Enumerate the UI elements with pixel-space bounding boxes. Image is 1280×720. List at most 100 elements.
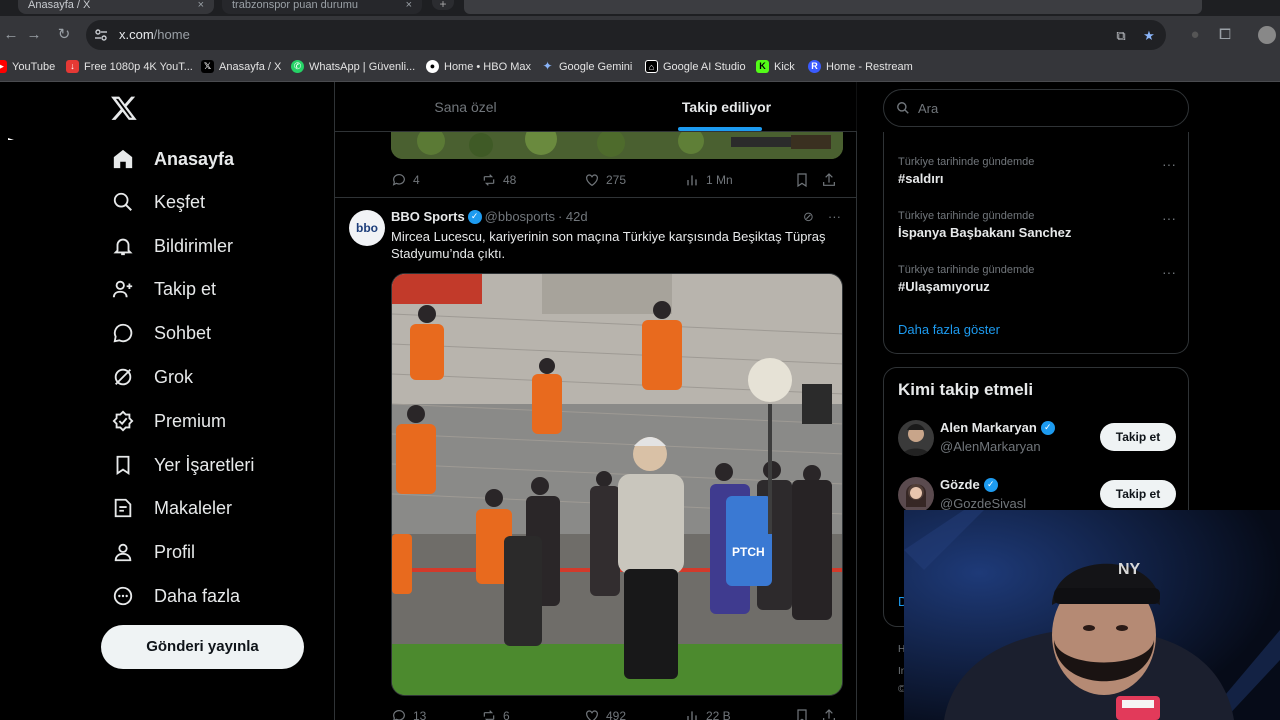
nav-explore[interactable]: Keşfet — [110, 186, 205, 218]
avatar[interactable]: bbo — [349, 210, 385, 246]
show-more-link[interactable]: Daha fazla göster — [898, 322, 1000, 337]
search-placeholder: Ara — [918, 100, 939, 116]
tweet-header-actions: ⊘ ··· — [803, 209, 841, 225]
trend-item[interactable]: Türkiye tarihinde gündemde #saldırı ··· — [898, 156, 1176, 186]
nav-more[interactable]: Daha fazla — [110, 580, 240, 612]
views-icon — [687, 175, 697, 186]
chat-icon — [110, 320, 136, 346]
profile-avatar-icon[interactable] — [1256, 24, 1278, 46]
previous-tweet-actions: 4 48 275 1 Mn — [391, 170, 843, 190]
search-input[interactable]: Ara — [883, 89, 1189, 127]
nav-label: Premium — [154, 410, 227, 431]
browser-tab[interactable]: trabzonspor puan durumu × — [222, 0, 422, 14]
youtube-icon: ▶ — [0, 60, 7, 73]
trend-topic: İspanya Başbakanı Sanchez — [898, 225, 1072, 240]
follow-suggestion[interactable]: Gözde ✓ @GozdeSivasl Takip et — [898, 475, 1176, 515]
trend-item[interactable]: Türkiye tarihinde gündemde #Ulaşamıyoruz… — [898, 264, 1176, 294]
stadium-photo: PTCH — [392, 274, 842, 695]
bookmark-google-gemini[interactable]: ✦ Google Gemini — [541, 60, 632, 73]
extension-dot-icon[interactable]: ● — [1184, 24, 1206, 46]
nav-profile[interactable]: Profil — [110, 536, 195, 568]
reload-icon[interactable]: ↻ — [53, 24, 75, 46]
nav-articles[interactable]: Makaleler — [110, 492, 232, 524]
tab-for-you[interactable]: Sana özel — [335, 82, 596, 132]
browser-tab-title: Anasayfa / X — [28, 0, 91, 11]
repost-button[interactable]: 6 — [481, 708, 584, 720]
author-name[interactable]: BBO Sports — [391, 209, 465, 224]
share-icon — [823, 173, 835, 186]
grok-icon[interactable]: ⊘ — [803, 209, 814, 225]
browser-tab-title: trabzonspor puan durumu — [232, 0, 358, 11]
like-button[interactable]: 492 — [584, 708, 684, 720]
nav-home[interactable]: Anasayfa — [110, 143, 234, 175]
verified-badge-icon: ✓ — [983, 477, 998, 492]
avatar[interactable] — [898, 477, 934, 513]
close-tab-icon[interactable]: × — [406, 0, 412, 11]
tab-following[interactable]: Takip ediliyor — [596, 82, 857, 132]
nav-notifications[interactable]: Bildirimler — [110, 230, 233, 262]
suggestion-name-row: Gözde ✓ — [940, 477, 998, 492]
follow-button[interactable]: Takip et — [1100, 480, 1176, 508]
back-icon[interactable]: ← — [0, 24, 22, 46]
svg-text:PTCH: PTCH — [732, 545, 765, 559]
new-tab-button[interactable]: + — [432, 0, 454, 10]
bookmark-button[interactable] — [794, 708, 821, 720]
more-options-icon[interactable]: ··· — [1162, 156, 1176, 172]
install-app-icon[interactable]: ⧉ — [1112, 27, 1130, 45]
repost-icon — [483, 174, 495, 186]
bookmark-anasayfa-x[interactable]: 𝕏 Anasayfa / X — [201, 60, 281, 73]
nav-premium[interactable]: Premium — [110, 405, 226, 437]
streamer-webcam-image: NY — [904, 510, 1280, 720]
bookmark-whatsapp[interactable]: ✆ WhatsApp | Güvenli... — [291, 60, 415, 73]
suggestion-handle: @AlenMarkaryan — [940, 439, 1041, 454]
forward-icon[interactable]: → — [23, 24, 45, 46]
extensions-icon[interactable]: ⧠ — [1214, 24, 1236, 46]
more-options-icon[interactable]: ··· — [828, 209, 841, 225]
like-button[interactable]: 275 — [584, 172, 684, 188]
home-icon — [110, 146, 136, 172]
reply-button[interactable]: 4 — [391, 172, 481, 188]
site-settings-icon[interactable] — [94, 28, 108, 42]
bookmark-hbo-max[interactable]: ● Home • HBO Max — [426, 60, 531, 73]
browser-tab-active[interactable]: Anasayfa / X × — [18, 0, 214, 14]
x-logo-icon[interactable] — [110, 94, 138, 122]
trend-item[interactable]: Türkiye tarihinde gündemde İspanya Başba… — [898, 210, 1176, 240]
nav-label: Bildirimler — [154, 235, 234, 256]
nav-bookmarks[interactable]: Yer İşaretleri — [110, 449, 254, 481]
follow-icon — [110, 276, 136, 302]
bookmark-google-ai-studio[interactable]: ⌂ Google AI Studio — [645, 60, 746, 73]
author-handle[interactable]: @bbosports — [485, 209, 555, 224]
share-button[interactable] — [821, 708, 837, 720]
bookmark-label: Kick — [774, 60, 795, 73]
suggestion-name: Alen Markaryan — [940, 420, 1037, 435]
previous-tweet-image[interactable] — [391, 131, 843, 159]
repost-count: 6 — [503, 709, 510, 720]
ai-studio-icon: ⌂ — [645, 60, 658, 73]
bookmark-button[interactable] — [794, 172, 821, 188]
nav-chat[interactable]: Sohbet — [110, 317, 211, 349]
views-button[interactable]: 1 Mn — [684, 172, 794, 188]
nav-grok[interactable]: Grok — [110, 361, 193, 393]
address-bar[interactable]: x.com/home ⧉ ★ — [86, 20, 1166, 50]
nav-follow[interactable]: Takip et — [110, 273, 216, 305]
follow-suggestion[interactable]: Alen Markaryan ✓ @AlenMarkaryan Takip et — [898, 418, 1176, 458]
svg-text:NY: NY — [1118, 561, 1141, 578]
bookmark-free-1080p[interactable]: ↓ Free 1080p 4K YouT... — [66, 60, 193, 73]
more-options-icon[interactable]: ··· — [1162, 264, 1176, 280]
share-button[interactable] — [821, 172, 837, 188]
views-button[interactable]: 22 B — [684, 708, 794, 720]
bookmark-restream[interactable]: R Home - Restream — [808, 60, 913, 73]
bookmark-kick[interactable]: K Kick — [756, 60, 795, 73]
more-options-icon[interactable]: ··· — [1162, 210, 1176, 226]
tweet-photo[interactable]: PTCH — [391, 273, 843, 696]
follow-button[interactable]: Takip et — [1100, 423, 1176, 451]
reply-button[interactable]: 13 — [391, 708, 481, 720]
suggestion-name: Gözde — [940, 477, 980, 492]
close-tab-icon[interactable]: × — [198, 0, 204, 11]
avatar[interactable] — [898, 420, 934, 456]
bookmark-youtube[interactable]: ▶ YouTube — [0, 60, 55, 73]
post-button[interactable]: Gönderi yayınla — [101, 625, 304, 669]
tweet-age[interactable]: · 42d — [558, 209, 588, 224]
repost-button[interactable]: 48 — [481, 172, 584, 188]
star-icon[interactable]: ★ — [1140, 27, 1158, 45]
